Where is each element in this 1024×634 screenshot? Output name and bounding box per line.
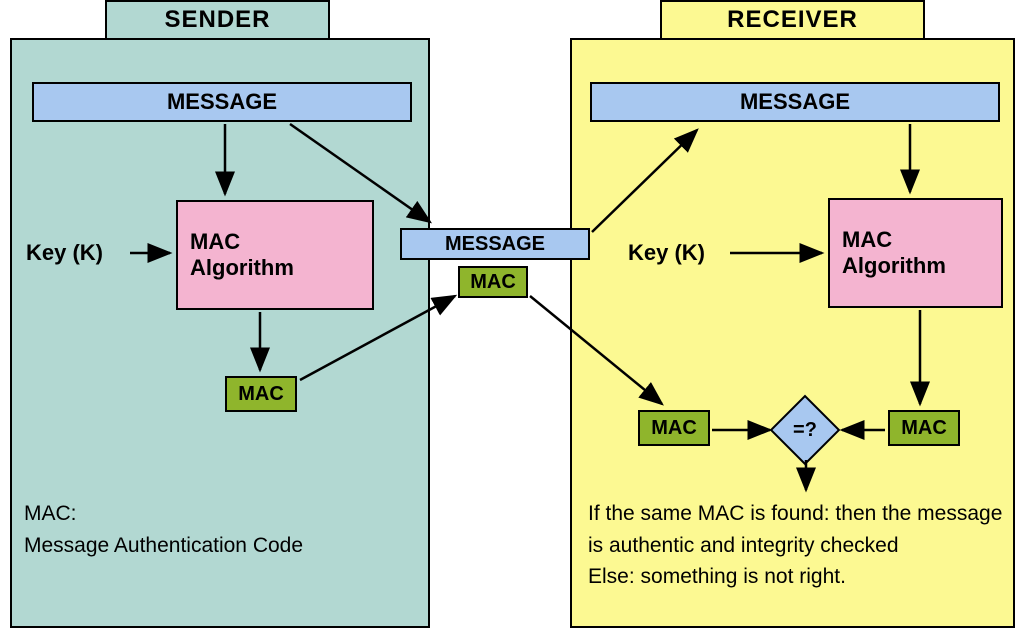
receiver-algo-line2: Algorithm (842, 253, 946, 279)
channel-mac-box: MAC (458, 266, 528, 298)
sender-key-label: Key (K) (26, 240, 103, 266)
receiver-key-label: Key (K) (628, 240, 705, 266)
sender-header: SENDER (105, 0, 330, 40)
sender-algo-line1: MAC (190, 229, 240, 255)
sender-mac-box: MAC (225, 376, 297, 412)
sender-note-line2: Message Authentication Code (24, 530, 404, 562)
sender-note-line1: MAC: (24, 498, 404, 530)
receiver-mac-left-box: MAC (638, 410, 710, 446)
receiver-algo-line1: MAC (842, 227, 892, 253)
channel-message-box: MESSAGE (400, 228, 590, 260)
receiver-note: If the same MAC is found: then the messa… (588, 498, 1003, 593)
sender-note: MAC: Message Authentication Code (24, 498, 404, 561)
receiver-mac-right-box: MAC (888, 410, 960, 446)
sender-message-box: MESSAGE (32, 82, 412, 122)
sender-algo-line2: Algorithm (190, 255, 294, 281)
sender-algorithm-box: MAC Algorithm (176, 200, 374, 310)
receiver-message-box: MESSAGE (590, 82, 1000, 122)
receiver-algorithm-box: MAC Algorithm (828, 198, 1003, 308)
receiver-header: RECEIVER (660, 0, 925, 40)
compare-diamond: =? (770, 395, 840, 465)
compare-text: =? (770, 395, 840, 465)
